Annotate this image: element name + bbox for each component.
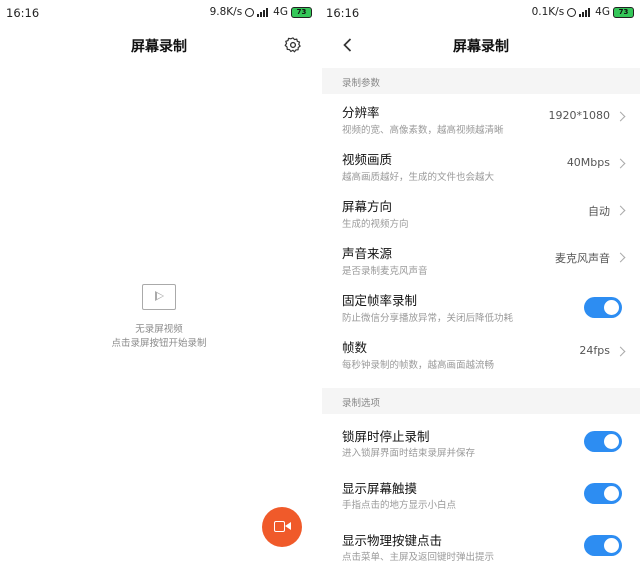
battery-icon: 73 <box>291 6 312 18</box>
setting-value: 麦克风声音 <box>555 252 610 265</box>
setting-value: 自动 <box>588 205 610 218</box>
option-subtitle: 手指点击的地方显示小白点 <box>342 500 457 511</box>
setting-title: 固定帧率录制 <box>342 293 418 308</box>
chevron-right-icon <box>615 205 626 216</box>
setting-orientation[interactable]: 屏幕方向 生成的视频方向 自动 <box>322 189 640 236</box>
section-header-options: 录制选项 <box>322 388 640 414</box>
video-camera-icon <box>274 521 285 532</box>
option-subtitle: 点击菜单、主屏及返回键时弹出提示 <box>342 552 495 563</box>
status-indicators: 9.8K/s 4G 73 <box>210 6 312 18</box>
network-speed: 9.8K/s <box>209 6 243 18</box>
option-title: 显示物理按键点击 <box>342 533 443 548</box>
status-bar: 16:16 9.8K/s 4G 73 <box>0 0 318 26</box>
setting-title: 分辨率 <box>342 105 380 120</box>
setting-video-quality[interactable]: 视频画质 越高画质越好，生成的文件也会越大 40Mbps <box>322 142 640 189</box>
chevron-right-icon <box>615 111 626 122</box>
status-time: 16:16 <box>6 6 40 20</box>
setting-fixed-framerate: 固定帧率录制 防止微信分享播放异常，关闭后降低功耗 <box>322 283 640 330</box>
option-title: 锁屏时停止录制 <box>342 429 430 444</box>
setting-subtitle: 每秒钟录制的帧数，越高画面越流畅 <box>342 360 495 371</box>
alarm-icon <box>245 7 255 17</box>
setting-subtitle: 是否录制麦克风声音 <box>342 266 428 277</box>
section-label: 录制参数 <box>342 78 381 89</box>
section-label: 录制选项 <box>342 398 381 409</box>
signal-icon <box>579 7 592 17</box>
option-title: 显示屏幕触摸 <box>342 481 418 496</box>
chevron-right-icon <box>615 252 626 263</box>
settings-screen: 16:16 0.1K/s 4G 73 屏幕录制 录制参数 分辨率 视频的宽、高像… <box>322 0 640 567</box>
show-touches-toggle[interactable] <box>584 483 622 504</box>
empty-video-icon <box>142 284 176 310</box>
setting-subtitle: 防止微信分享播放异常，关闭后降低功耗 <box>342 313 514 324</box>
battery-icon: 73 <box>613 6 634 18</box>
setting-value: 1920*1080 <box>548 109 611 122</box>
option-stop-on-lock: 锁屏时停止录制 进入锁屏界面时结束录屏并保存 <box>322 416 640 468</box>
page-title: 屏幕录制 <box>131 39 187 55</box>
signal-icon <box>257 7 270 17</box>
setting-title: 声音来源 <box>342 246 393 261</box>
setting-title: 帧数 <box>342 340 368 355</box>
alarm-icon <box>567 7 577 17</box>
record-button[interactable] <box>262 507 302 547</box>
chevron-right-icon <box>615 158 626 169</box>
network-type: 4G <box>273 6 288 18</box>
setting-audio-source[interactable]: 声音来源 是否录制麦克风声音 麦克风声音 <box>322 236 640 283</box>
setting-title: 视频画质 <box>342 152 393 167</box>
option-show-touches: 显示屏幕触摸 手指点击的地方显示小白点 <box>322 468 640 520</box>
gear-icon[interactable] <box>284 36 302 54</box>
title-bar: 屏幕录制 <box>322 30 640 60</box>
chevron-right-icon <box>615 346 626 357</box>
title-bar: 屏幕录制 <box>0 30 318 60</box>
setting-subtitle: 生成的视频方向 <box>342 219 409 230</box>
status-bar: 16:16 0.1K/s 4G 73 <box>322 0 640 26</box>
network-speed: 0.1K/s <box>531 6 565 18</box>
stop-on-lock-toggle[interactable] <box>584 431 622 452</box>
setting-subtitle: 越高画质越好，生成的文件也会越大 <box>342 172 495 183</box>
status-time: 16:16 <box>326 6 360 20</box>
setting-framerate[interactable]: 帧数 每秒钟录制的帧数，越高画面越流畅 24fps <box>322 330 640 377</box>
setting-subtitle: 视频的宽、高像素数，越高视频越清晰 <box>342 125 504 136</box>
fixed-framerate-toggle[interactable] <box>584 297 622 318</box>
status-indicators: 0.1K/s 4G 73 <box>532 6 634 18</box>
video-camera-lens <box>285 522 291 530</box>
setting-resolution[interactable]: 分辨率 视频的宽、高像素数，越高视频越清晰 1920*1080 <box>322 95 640 142</box>
setting-value: 24fps <box>579 344 610 357</box>
recordings-screen: 16:16 9.8K/s 4G 73 屏幕录制 无录屏视频 点击录屏按钮开始录制 <box>0 0 318 567</box>
option-show-key-presses: 显示物理按键点击 点击菜单、主屏及返回键时弹出提示 <box>322 520 640 567</box>
setting-title: 屏幕方向 <box>342 199 393 214</box>
show-key-presses-toggle[interactable] <box>584 535 622 556</box>
empty-message-line2: 点击录屏按钮开始录制 <box>111 338 207 349</box>
setting-value: 40Mbps <box>566 156 610 169</box>
empty-message-line1: 无录屏视频 <box>135 324 183 335</box>
section-header-params: 录制参数 <box>322 68 640 94</box>
page-title: 屏幕录制 <box>453 39 509 55</box>
network-type: 4G <box>595 6 610 18</box>
option-subtitle: 进入锁屏界面时结束录屏并保存 <box>342 448 476 459</box>
